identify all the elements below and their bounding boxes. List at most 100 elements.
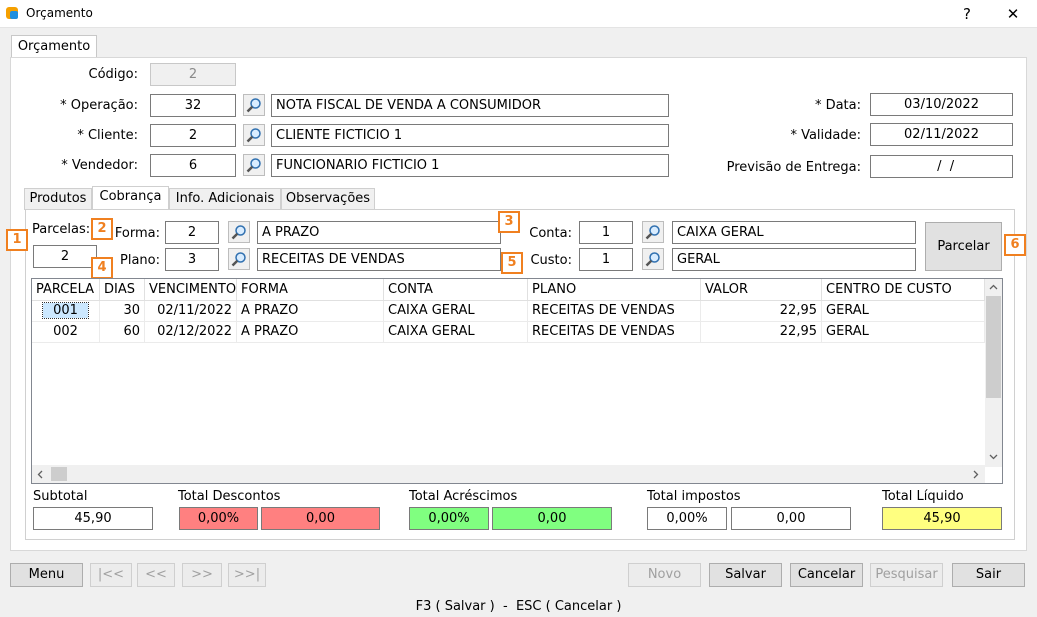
vencimento-cell[interactable]: 02/12/2022 xyxy=(145,322,237,343)
salvar-button[interactable]: Salvar xyxy=(709,563,782,587)
column-header-vencimento[interactable]: VENCIMENTO xyxy=(145,279,237,301)
descontos-pct-field: 0,00% xyxy=(179,507,258,530)
chevron-down-icon[interactable] xyxy=(989,454,998,460)
column-header-parcela[interactable]: PARCELA xyxy=(32,279,100,301)
parcelas-field[interactable]: 2 xyxy=(33,245,97,268)
acrescimos-pct-field: 0,00% xyxy=(409,507,489,530)
operacao-label: * Operação: xyxy=(60,98,138,113)
conta-cell[interactable]: CAIXA GERAL xyxy=(384,322,528,343)
tab-observacoes[interactable]: Observações xyxy=(281,188,375,210)
acrescimos-label: Total Acréscimos xyxy=(409,489,518,504)
dias-cell[interactable]: 60 xyxy=(100,322,145,343)
vendedor-desc-field[interactable]: FUNCIONARIO FICTICIO 1 xyxy=(271,154,669,177)
cancelar-button[interactable]: Cancelar xyxy=(790,563,863,587)
operacao-desc-field[interactable]: NOTA FISCAL DE VENDA A CONSUMIDOR xyxy=(271,94,669,117)
pesquisar-button[interactable]: Pesquisar xyxy=(870,563,943,587)
operacao-code-field[interactable]: 32 xyxy=(150,94,236,117)
forma-cell[interactable]: A PRAZO xyxy=(237,301,384,322)
centro-custo-cell[interactable]: GERAL xyxy=(822,301,985,322)
previsao-label: Previsão de Entrega: xyxy=(726,160,861,175)
search-icon xyxy=(246,158,261,173)
next-record-button[interactable]: >> xyxy=(182,563,222,587)
valor-cell[interactable]: 22,95 xyxy=(701,301,822,322)
codigo-field: 2 xyxy=(150,63,236,86)
forma-label: Forma: xyxy=(114,226,160,241)
horizontal-scroll-thumb[interactable] xyxy=(51,467,67,481)
parcela-cell-selected[interactable]: 001 xyxy=(42,302,89,319)
menu-button[interactable]: Menu xyxy=(10,563,83,587)
sair-button[interactable]: Sair xyxy=(952,563,1025,587)
horizontal-scrollbar[interactable] xyxy=(32,465,985,483)
impostos-label: Total impostos xyxy=(647,489,741,504)
column-header-dias[interactable]: DIAS xyxy=(100,279,145,301)
parcela-cell[interactable]: 002 xyxy=(32,322,100,343)
vertical-scrollbar[interactable] xyxy=(985,279,1002,467)
column-header-plano[interactable]: PLANO xyxy=(528,279,701,301)
search-icon xyxy=(246,98,261,113)
descontos-label: Total Descontos xyxy=(178,489,281,504)
tab-produtos[interactable]: Produtos xyxy=(24,188,92,210)
novo-button[interactable]: Novo xyxy=(628,563,701,587)
impostos-value-field: 0,00 xyxy=(731,507,851,530)
custo-search-button[interactable] xyxy=(642,248,664,270)
chevron-up-icon[interactable] xyxy=(989,284,998,290)
plano-code-field[interactable]: 3 xyxy=(165,248,219,271)
vendedor-label: * Vendedor: xyxy=(61,158,138,173)
plano-desc-field[interactable]: RECEITAS DE VENDAS xyxy=(257,248,501,271)
last-record-button[interactable]: >>| xyxy=(228,563,266,587)
column-header-centro-de-custo[interactable]: CENTRO DE CUSTO xyxy=(822,279,985,301)
vendedor-search-button[interactable] xyxy=(243,154,265,176)
forma-code-field[interactable]: 2 xyxy=(165,221,219,244)
custo-code-field[interactable]: 1 xyxy=(579,248,633,271)
chevron-right-icon[interactable] xyxy=(973,470,979,479)
forma-search-button[interactable] xyxy=(228,221,250,243)
cliente-code-field[interactable]: 2 xyxy=(150,124,236,147)
column-header-conta[interactable]: CONTA xyxy=(384,279,528,301)
first-record-button[interactable]: |<< xyxy=(90,563,132,587)
impostos-pct-field: 0,00% xyxy=(647,507,727,530)
conta-label: Conta: xyxy=(529,226,572,241)
tab-cobranca[interactable]: Cobrança xyxy=(92,186,169,210)
conta-desc-field[interactable]: CAIXA GERAL xyxy=(672,221,916,244)
centro-custo-cell[interactable]: GERAL xyxy=(822,322,985,343)
search-icon xyxy=(645,225,660,240)
column-header-forma[interactable]: FORMA xyxy=(237,279,384,301)
plano-label: Plano: xyxy=(120,253,160,268)
vencimento-cell[interactable]: 02/11/2022 xyxy=(145,301,237,322)
data-label: * Data: xyxy=(814,98,861,113)
previous-record-button[interactable]: << xyxy=(137,563,175,587)
custo-desc-field[interactable]: GERAL xyxy=(672,248,916,271)
chevron-left-icon[interactable] xyxy=(37,470,43,479)
column-header-valor[interactable]: VALOR xyxy=(701,279,822,301)
tab-orcamento[interactable]: Orçamento xyxy=(11,35,97,58)
conta-cell[interactable]: CAIXA GERAL xyxy=(384,301,528,322)
forma-desc-field[interactable]: A PRAZO xyxy=(257,221,501,244)
close-button[interactable]: ✕ xyxy=(990,0,1036,28)
search-icon xyxy=(231,225,246,240)
annotation-badge: 4 xyxy=(91,257,113,279)
conta-code-field[interactable]: 1 xyxy=(579,221,633,244)
previsao-field[interactable]: / / xyxy=(870,155,1013,178)
plano-cell[interactable]: RECEITAS DE VENDAS xyxy=(528,322,701,343)
dias-cell[interactable]: 30 xyxy=(100,301,145,322)
vertical-scroll-thumb[interactable] xyxy=(986,296,1001,398)
codigo-label: Código: xyxy=(88,67,138,82)
plano-cell[interactable]: RECEITAS DE VENDAS xyxy=(528,301,701,322)
custo-label: Custo: xyxy=(530,253,572,268)
help-button[interactable]: ? xyxy=(944,0,990,28)
cliente-label: * Cliente: xyxy=(77,128,138,143)
conta-search-button[interactable] xyxy=(642,221,664,243)
cliente-desc-field[interactable]: CLIENTE FICTICIO 1 xyxy=(271,124,669,147)
vendedor-code-field[interactable]: 6 xyxy=(150,154,236,177)
tab-info-adicionais[interactable]: Info. Adicionais xyxy=(169,188,281,210)
valor-cell[interactable]: 22,95 xyxy=(701,322,822,343)
parcelar-button[interactable]: Parcelar xyxy=(925,222,1002,271)
parcelas-label: Parcelas: xyxy=(32,222,91,237)
parcelas-grid[interactable]: PARCELA DIAS VENCIMENTO FORMA CONTA PLAN… xyxy=(31,278,1003,484)
cliente-search-button[interactable] xyxy=(243,124,265,146)
operacao-search-button[interactable] xyxy=(243,94,265,116)
validade-field[interactable]: 02/11/2022 xyxy=(870,123,1013,146)
plano-search-button[interactable] xyxy=(228,248,250,270)
data-field[interactable]: 03/10/2022 xyxy=(870,93,1013,116)
forma-cell[interactable]: A PRAZO xyxy=(237,322,384,343)
